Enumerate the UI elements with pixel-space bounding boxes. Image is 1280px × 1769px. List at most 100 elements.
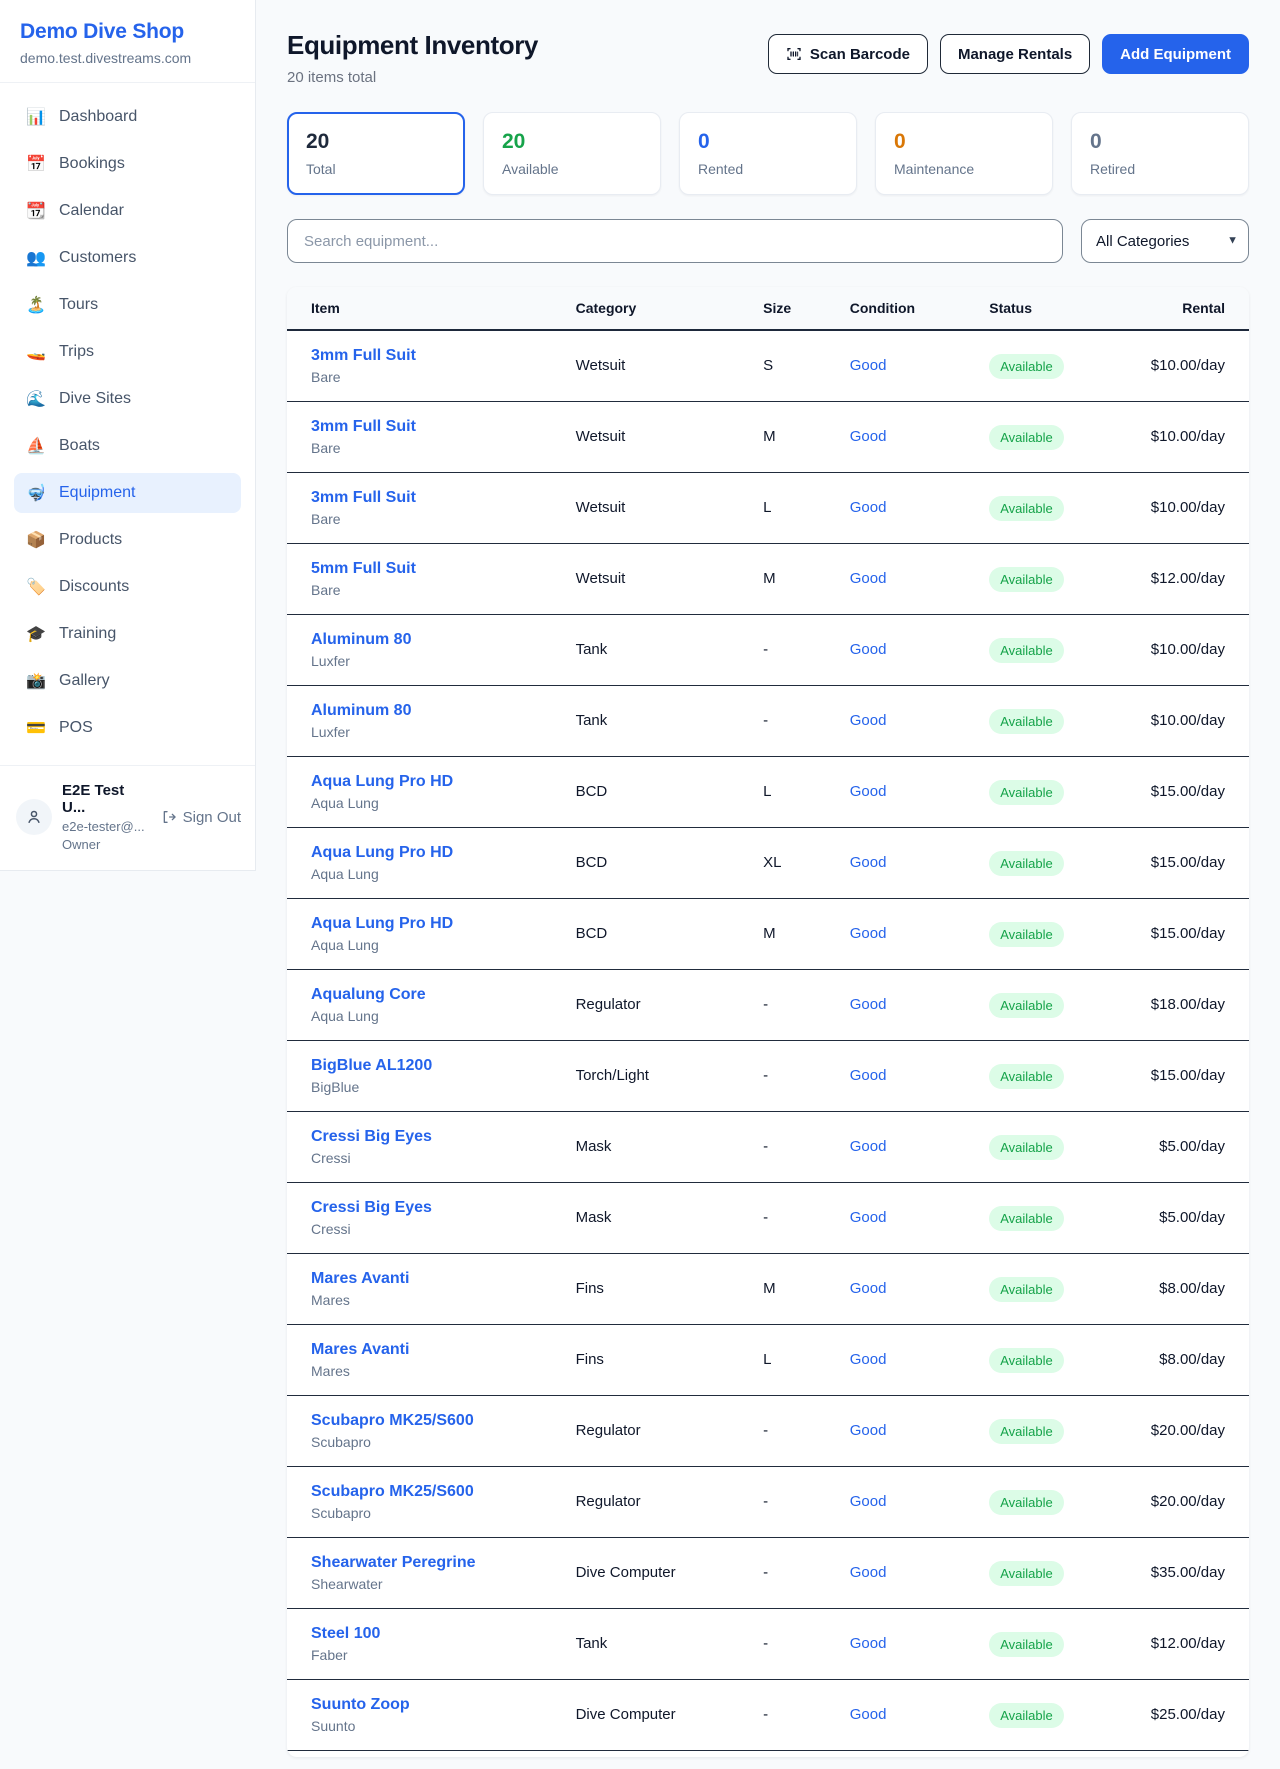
condition-link[interactable]: Good xyxy=(850,1280,887,1297)
condition-link[interactable]: Good xyxy=(850,1351,887,1368)
condition-link[interactable]: Good xyxy=(850,570,887,587)
item-name-link[interactable]: 3mm Full Suit xyxy=(311,489,576,507)
condition-link[interactable]: Good xyxy=(850,854,887,871)
size-value: - xyxy=(763,1635,768,1652)
item-name-link[interactable]: Scubapro MK25/S600 xyxy=(311,1412,576,1430)
stat-value: 0 xyxy=(894,129,1034,155)
status-badge: Available xyxy=(989,851,1064,876)
item-name-link[interactable]: Aluminum 80 xyxy=(311,702,576,720)
sidebar-item-label: Boats xyxy=(59,437,100,455)
condition-link[interactable]: Good xyxy=(850,1138,887,1155)
item-brand: Scubapro xyxy=(311,1434,576,1450)
barcode-scan-icon xyxy=(786,46,802,62)
equipment-table: Item Category Size Condition Status Rent… xyxy=(287,287,1249,1751)
page-header: Equipment Inventory 20 items total Scan … xyxy=(287,30,1249,86)
stat-card[interactable]: 0 Rented xyxy=(679,112,857,195)
condition-link[interactable]: Good xyxy=(850,428,887,445)
condition-link[interactable]: Good xyxy=(850,783,887,800)
condition-link[interactable]: Good xyxy=(850,712,887,729)
category-cell: Dive Computer xyxy=(576,1538,764,1609)
condition-link[interactable]: Good xyxy=(850,1706,887,1723)
sidebar-item[interactable]: 📊 Dashboard xyxy=(14,97,241,137)
brand-title: Demo Dive Shop xyxy=(20,20,235,44)
stat-value: 20 xyxy=(502,129,642,155)
sidebar-item[interactable]: ⛵ Boats xyxy=(14,426,241,466)
condition-link[interactable]: Good xyxy=(850,1564,887,1581)
stat-card[interactable]: 20 Available xyxy=(483,112,661,195)
stat-card[interactable]: 0 Retired xyxy=(1071,112,1249,195)
status-badge: Available xyxy=(989,922,1064,947)
sidebar-item[interactable]: 📅 Bookings xyxy=(14,144,241,184)
condition-link[interactable]: Good xyxy=(850,641,887,658)
item-name-link[interactable]: Aqua Lung Pro HD xyxy=(311,773,576,791)
category-value: Mask xyxy=(576,1138,612,1155)
item-name-link[interactable]: Cressi Big Eyes xyxy=(311,1199,576,1217)
status-badge: Available xyxy=(989,638,1064,663)
sidebar-item[interactable]: 📦 Products xyxy=(14,520,241,560)
condition-link[interactable]: Good xyxy=(850,925,887,942)
item-name-link[interactable]: Scubapro MK25/S600 xyxy=(311,1483,576,1501)
condition-link[interactable]: Good xyxy=(850,499,887,516)
sidebar-item[interactable]: 👥 Customers xyxy=(14,238,241,278)
condition-link[interactable]: Good xyxy=(850,357,887,374)
item-brand: Bare xyxy=(311,440,576,456)
category-filter-select[interactable]: All Categories xyxy=(1081,219,1249,263)
size-cell: - xyxy=(763,1183,850,1254)
condition-link[interactable]: Good xyxy=(850,1635,887,1652)
sidebar-item[interactable]: 💳 POS xyxy=(14,708,241,748)
stat-card[interactable]: 20 Total xyxy=(287,112,465,195)
item-name-link[interactable]: Shearwater Peregrine xyxy=(311,1554,576,1572)
rental-price: $8.00/day xyxy=(1159,1351,1225,1368)
search-input[interactable] xyxy=(287,219,1063,263)
sidebar-item[interactable]: 🤿 Equipment xyxy=(14,473,241,513)
manage-rentals-button[interactable]: Manage Rentals xyxy=(940,34,1090,74)
sign-out-button[interactable]: Sign Out xyxy=(161,809,241,826)
status-cell: Available xyxy=(989,1041,1133,1112)
condition-link[interactable]: Good xyxy=(850,1422,887,1439)
sidebar-item[interactable]: 🌊 Dive Sites xyxy=(14,379,241,419)
sidebar-item[interactable]: 📆 Calendar xyxy=(14,191,241,231)
condition-cell: Good xyxy=(850,1041,989,1112)
stat-card[interactable]: 0 Maintenance xyxy=(875,112,1053,195)
item-name-link[interactable]: Aqua Lung Pro HD xyxy=(311,844,576,862)
sidebar-item[interactable]: 🚤 Trips xyxy=(14,332,241,372)
rental-price: $25.00/day xyxy=(1151,1706,1225,1723)
sidebar-item[interactable]: 🏝️ Tours xyxy=(14,285,241,325)
item-name-link[interactable]: Mares Avanti xyxy=(311,1341,576,1359)
equipment-table-card: Item Category Size Condition Status Rent… xyxy=(287,287,1249,1757)
item-name-link[interactable]: Steel 100 xyxy=(311,1625,576,1643)
item-name-link[interactable]: Aluminum 80 xyxy=(311,631,576,649)
item-cell: 3mm Full Suit Bare xyxy=(287,473,576,544)
item-name-link[interactable]: 5mm Full Suit xyxy=(311,560,576,578)
item-name-link[interactable]: Mares Avanti xyxy=(311,1270,576,1288)
condition-link[interactable]: Good xyxy=(850,1493,887,1510)
condition-link[interactable]: Good xyxy=(850,1209,887,1226)
sidebar-item[interactable]: 🏷️ Discounts xyxy=(14,567,241,607)
condition-link[interactable]: Good xyxy=(850,1067,887,1084)
size-value: S xyxy=(763,357,773,374)
item-name-link[interactable]: 3mm Full Suit xyxy=(311,347,576,365)
category-cell: Mask xyxy=(576,1183,764,1254)
status-cell: Available xyxy=(989,1112,1133,1183)
condition-link[interactable]: Good xyxy=(850,996,887,1013)
item-cell: Aluminum 80 Luxfer xyxy=(287,686,576,757)
scan-barcode-button[interactable]: Scan Barcode xyxy=(768,34,928,74)
add-equipment-button[interactable]: Add Equipment xyxy=(1102,34,1249,74)
size-cell: - xyxy=(763,970,850,1041)
item-name-link[interactable]: 3mm Full Suit xyxy=(311,418,576,436)
item-name-link[interactable]: Aqualung Core xyxy=(311,986,576,1004)
status-badge: Available xyxy=(989,993,1064,1018)
rental-price: $12.00/day xyxy=(1151,1635,1225,1652)
item-name-link[interactable]: Suunto Zoop xyxy=(311,1696,576,1714)
scan-barcode-label: Scan Barcode xyxy=(810,46,910,63)
sidebar-item[interactable]: 🎓 Training xyxy=(14,614,241,654)
category-cell: BCD xyxy=(576,828,764,899)
item-name-link[interactable]: Cressi Big Eyes xyxy=(311,1128,576,1146)
size-cell: - xyxy=(763,1680,850,1751)
item-name-link[interactable]: BigBlue AL1200 xyxy=(311,1057,576,1075)
item-name-link[interactable]: Aqua Lung Pro HD xyxy=(311,915,576,933)
sidebar-item[interactable]: 📸 Gallery xyxy=(14,661,241,701)
user-email: e2e-tester@... xyxy=(62,819,151,834)
condition-cell: Good xyxy=(850,330,989,402)
size-value: L xyxy=(763,1351,771,1368)
